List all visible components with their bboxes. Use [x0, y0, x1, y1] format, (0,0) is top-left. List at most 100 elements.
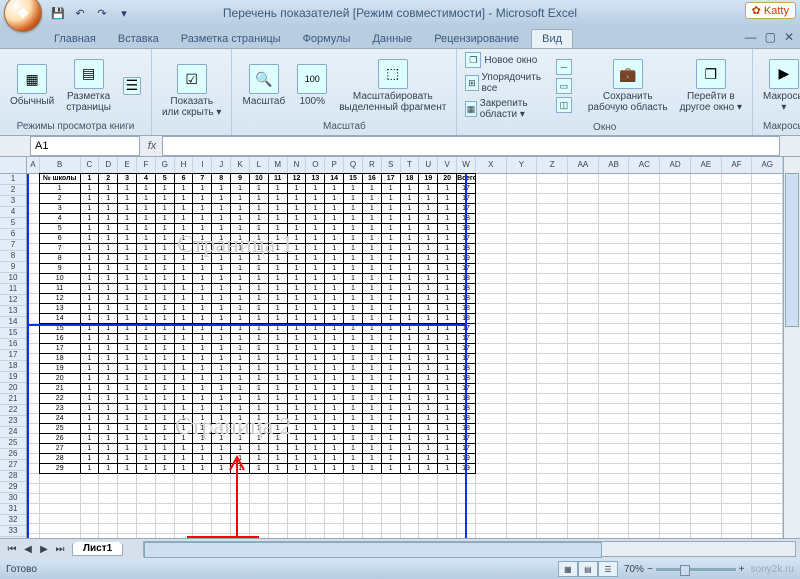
cell[interactable] — [629, 194, 660, 204]
cell[interactable] — [438, 484, 457, 494]
cell[interactable] — [629, 174, 660, 184]
cell[interactable]: 1 — [437, 463, 457, 474]
cell[interactable] — [722, 304, 753, 314]
cell[interactable] — [156, 524, 175, 534]
cell[interactable] — [568, 484, 599, 494]
cell[interactable]: 1 — [117, 463, 137, 474]
cell[interactable] — [599, 484, 630, 494]
row-header[interactable]: 15 — [0, 328, 26, 339]
col-header[interactable]: N — [288, 157, 307, 173]
cell[interactable] — [476, 514, 507, 524]
cell[interactable] — [419, 534, 438, 538]
tab-nav-last[interactable]: ⏭ — [52, 544, 68, 555]
cell[interactable] — [752, 174, 783, 184]
cell[interactable] — [722, 264, 753, 274]
cell[interactable] — [250, 474, 269, 484]
cell[interactable]: 1 — [400, 463, 420, 474]
col-header[interactable]: U — [419, 157, 438, 173]
col-header[interactable]: M — [269, 157, 288, 173]
cell[interactable] — [537, 184, 568, 194]
col-header[interactable]: AC — [629, 157, 660, 173]
tab-Рецензирование[interactable]: Рецензирование — [424, 30, 529, 48]
col-header[interactable]: H — [175, 157, 194, 173]
cell[interactable] — [722, 434, 753, 444]
cell[interactable] — [752, 184, 783, 194]
cell[interactable] — [288, 524, 307, 534]
cell[interactable] — [752, 494, 783, 504]
cell[interactable] — [599, 224, 630, 234]
new-window-button[interactable]: ❐Новое окно — [463, 51, 546, 69]
cell[interactable] — [660, 354, 691, 364]
cell[interactable] — [118, 494, 137, 504]
cell[interactable] — [325, 494, 344, 504]
cell[interactable] — [401, 504, 420, 514]
tab-Главная[interactable]: Главная — [44, 30, 106, 48]
cell[interactable] — [722, 214, 753, 224]
cell[interactable] — [537, 394, 568, 404]
cell[interactable] — [599, 194, 630, 204]
cell[interactable] — [537, 194, 568, 204]
cell[interactable] — [537, 284, 568, 294]
cell[interactable] — [752, 384, 783, 394]
cell[interactable] — [507, 384, 538, 394]
cell[interactable] — [382, 534, 401, 538]
cell[interactable] — [752, 284, 783, 294]
cell[interactable] — [691, 414, 722, 424]
cell[interactable] — [568, 274, 599, 284]
cell[interactable] — [401, 474, 420, 484]
cell[interactable] — [193, 494, 212, 504]
row-header[interactable]: 9 — [0, 262, 26, 273]
row-header[interactable]: 30 — [0, 493, 26, 504]
cell[interactable] — [568, 234, 599, 244]
cell[interactable] — [629, 494, 660, 504]
cell[interactable] — [691, 434, 722, 444]
cell[interactable] — [599, 434, 630, 444]
cell[interactable] — [507, 284, 538, 294]
cell[interactable] — [752, 454, 783, 464]
cell[interactable] — [269, 474, 288, 484]
cell[interactable] — [691, 274, 722, 284]
status-view-layout[interactable]: ▤ — [578, 561, 598, 577]
cell[interactable] — [599, 264, 630, 274]
cell[interactable] — [507, 274, 538, 284]
col-header[interactable]: AG — [752, 157, 783, 173]
cell[interactable] — [660, 344, 691, 354]
cell[interactable] — [752, 294, 783, 304]
tab-nav-first[interactable]: ⏮ — [4, 544, 20, 555]
cell[interactable] — [660, 454, 691, 464]
cell[interactable] — [660, 294, 691, 304]
cell[interactable] — [660, 264, 691, 274]
row-header[interactable]: 31 — [0, 504, 26, 515]
restore-button[interactable]: ▢ — [765, 30, 776, 44]
cell[interactable] — [81, 484, 100, 494]
cell[interactable] — [568, 324, 599, 334]
cell[interactable] — [537, 334, 568, 344]
cell[interactable] — [722, 294, 753, 304]
col-header[interactable]: AA — [568, 157, 599, 173]
cell[interactable] — [476, 364, 507, 374]
cell[interactable] — [40, 524, 81, 534]
cell[interactable]: 1 — [287, 463, 307, 474]
cell[interactable] — [568, 404, 599, 414]
cell[interactable] — [660, 504, 691, 514]
cell[interactable] — [722, 204, 753, 214]
cell[interactable] — [752, 354, 783, 364]
page-break-right[interactable] — [465, 174, 467, 538]
select-all-corner[interactable] — [0, 157, 26, 174]
cell[interactable] — [382, 484, 401, 494]
cell[interactable] — [99, 514, 118, 524]
page-layout-button[interactable]: ▤Разметка страницы — [62, 57, 115, 115]
cell[interactable] — [722, 374, 753, 384]
col-header[interactable]: T — [401, 157, 420, 173]
cell[interactable] — [344, 494, 363, 504]
cell[interactable] — [401, 524, 420, 534]
cell[interactable] — [722, 354, 753, 364]
cell[interactable] — [99, 494, 118, 504]
col-header[interactable]: V — [438, 157, 457, 173]
cell[interactable] — [476, 344, 507, 354]
row-header[interactable]: 7 — [0, 240, 26, 251]
cell[interactable] — [629, 394, 660, 404]
cell[interactable] — [752, 334, 783, 344]
cell[interactable] — [288, 504, 307, 514]
zoom-value[interactable]: 70% — [624, 564, 644, 575]
